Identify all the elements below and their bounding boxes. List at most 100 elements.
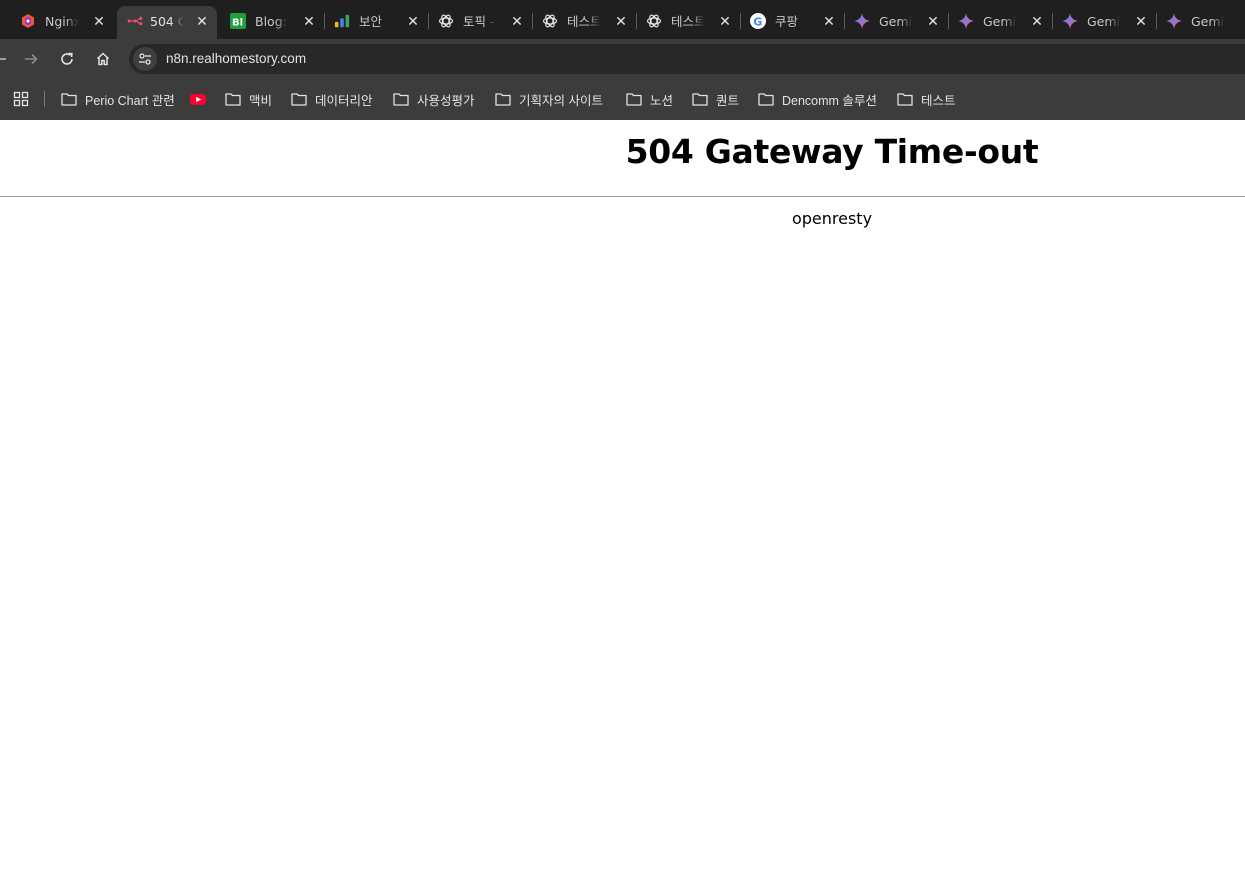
folder-icon — [291, 91, 307, 107]
bookmark-label: 데이터리안 — [315, 93, 373, 108]
bookmark-label: 노션 — [650, 93, 674, 108]
folder-icon — [692, 91, 708, 107]
gemini-icon — [958, 13, 974, 29]
apps-grid-icon — [13, 91, 29, 107]
nginx-proxy-icon — [20, 13, 36, 29]
tune-icon — [139, 53, 151, 65]
tab-title: Gemir — [879, 14, 913, 29]
svg-text:G: G — [753, 16, 762, 29]
site-info-button[interactable] — [133, 47, 157, 71]
svg-text:Bl: Bl — [232, 18, 243, 29]
tab-title: Gemir — [983, 14, 1017, 29]
tab-coupang[interactable]: G 쿠팡 ✕ — [740, 6, 844, 39]
tab-topic[interactable]: 토픽 - ✕ — [428, 6, 532, 39]
folder-icon — [393, 91, 409, 107]
bookmark-label: 테스트 — [921, 93, 956, 108]
divider — [0, 196, 1245, 197]
chatgpt-icon — [542, 13, 558, 29]
chatgpt-icon — [438, 13, 454, 29]
apps-button[interactable] — [13, 89, 29, 109]
address-bar[interactable]: n8n.realhomestory.com — [129, 44, 1245, 74]
blogger-icon: Bl — [230, 13, 246, 29]
bookmark-folder-perio-chart[interactable]: Perio Chart 관련 — [61, 89, 175, 109]
folder-icon — [61, 91, 77, 107]
close-icon[interactable]: ✕ — [194, 14, 210, 30]
folder-icon — [897, 91, 913, 107]
bookmark-folder-datarian[interactable]: 데이터리안 — [291, 89, 373, 109]
home-icon — [96, 52, 110, 66]
page-content: 504 Gateway Time-out openresty — [0, 120, 1245, 873]
bookmark-folder-dencomm[interactable]: Dencomm 솔루션 — [758, 89, 877, 109]
bookmark-folder-test[interactable]: 테스트 — [897, 89, 956, 109]
bookmark-folder-notion[interactable]: 노션 — [626, 89, 673, 109]
folder-icon — [626, 91, 642, 107]
tab-title: 504 G — [150, 14, 184, 29]
back-arrow-icon — [0, 58, 6, 60]
close-icon[interactable]: ✕ — [925, 14, 941, 30]
tab-test-1[interactable]: 테스트 ✕ — [532, 6, 636, 39]
tab-title: 쿠팡 — [775, 14, 799, 29]
forward-arrow-icon — [25, 53, 38, 65]
gemini-icon — [1062, 13, 1078, 29]
bookmark-label: 사용성평가 — [417, 93, 475, 108]
close-icon[interactable]: ✕ — [613, 14, 629, 30]
close-icon[interactable]: ✕ — [1133, 14, 1149, 30]
gemini-icon — [1166, 13, 1182, 29]
reload-button[interactable] — [57, 49, 77, 69]
chatgpt-icon — [646, 13, 662, 29]
bookmark-label: 기획자의 사이트 — [519, 93, 603, 108]
tab-security[interactable]: 보안 ✕ — [324, 6, 428, 39]
folder-icon — [225, 91, 241, 107]
folder-icon — [758, 91, 774, 107]
tab-gemini-2[interactable]: Gemir ✕ — [948, 6, 1052, 39]
tab-test-2[interactable]: 테스트 ✕ — [636, 6, 740, 39]
tab-nginx[interactable]: Nginx ✕ — [10, 6, 114, 39]
close-icon[interactable]: ✕ — [405, 14, 421, 30]
tab-title: Gemir — [1087, 14, 1121, 29]
url-text[interactable]: n8n.realhomestory.com — [166, 51, 306, 67]
browser-toolbar: n8n.realhomestory.com — [0, 39, 1245, 79]
tab-title: Blog: — [255, 14, 287, 29]
google-icon: G — [750, 13, 766, 29]
tab-gemini-4[interactable]: Gemir — [1156, 6, 1245, 39]
close-icon[interactable]: ✕ — [301, 14, 317, 30]
bookmark-folder-usability[interactable]: 사용성평가 — [393, 89, 475, 109]
reload-icon — [61, 52, 73, 65]
folder-icon — [495, 91, 511, 107]
bookmark-folder-macbi[interactable]: 맥비 — [225, 89, 272, 109]
close-icon[interactable]: ✕ — [717, 14, 733, 30]
close-icon[interactable]: ✕ — [91, 14, 107, 30]
bookmark-folder-planner-sites[interactable]: 기획자의 사이트 — [495, 89, 603, 109]
analytics-icon — [334, 13, 350, 29]
youtube-icon — [190, 91, 206, 107]
tab-504-gateway[interactable]: 504 G ✕ — [117, 6, 217, 39]
bookmark-folder-quant[interactable]: 퀀트 — [692, 89, 739, 109]
bookmark-label: 퀀트 — [716, 93, 740, 108]
close-icon[interactable]: ✕ — [1029, 14, 1045, 30]
bookmark-label: 맥비 — [249, 93, 273, 108]
back-button[interactable] — [0, 49, 10, 69]
home-button[interactable] — [93, 49, 113, 69]
error-heading: 504 Gateway Time-out — [625, 132, 1039, 171]
bookmark-label: Dencomm 솔루션 — [782, 93, 877, 108]
tab-title: 테스트 — [671, 14, 705, 29]
close-icon[interactable]: ✕ — [821, 14, 837, 30]
n8n-icon — [127, 13, 143, 29]
bookmarks-bar — [0, 79, 1245, 120]
bookmark-youtube[interactable] — [190, 89, 206, 109]
tab-gemini-3[interactable]: Gemir ✕ — [1052, 6, 1156, 39]
bookmark-separator — [44, 91, 45, 107]
tab-strip: Nginx ✕ 504 G ✕ Bl Blog: ✕ 보안 ✕ 토픽 - ✕ 테… — [0, 0, 1245, 39]
gemini-icon — [854, 13, 870, 29]
bookmark-label: Perio Chart 관련 — [85, 93, 175, 108]
tab-title: 보안 — [359, 14, 383, 29]
close-icon[interactable]: ✕ — [509, 14, 525, 30]
tab-title: Nginx — [45, 14, 79, 29]
server-name: openresty — [791, 209, 873, 228]
forward-button[interactable] — [21, 49, 41, 69]
tab-blog[interactable]: Bl Blog: ✕ — [220, 6, 324, 39]
tab-title: 토픽 - — [463, 14, 495, 29]
tab-title: Gemir — [1191, 14, 1225, 29]
tab-gemini-1[interactable]: Gemir ✕ — [844, 6, 948, 39]
tab-title: 테스트 — [567, 14, 601, 29]
